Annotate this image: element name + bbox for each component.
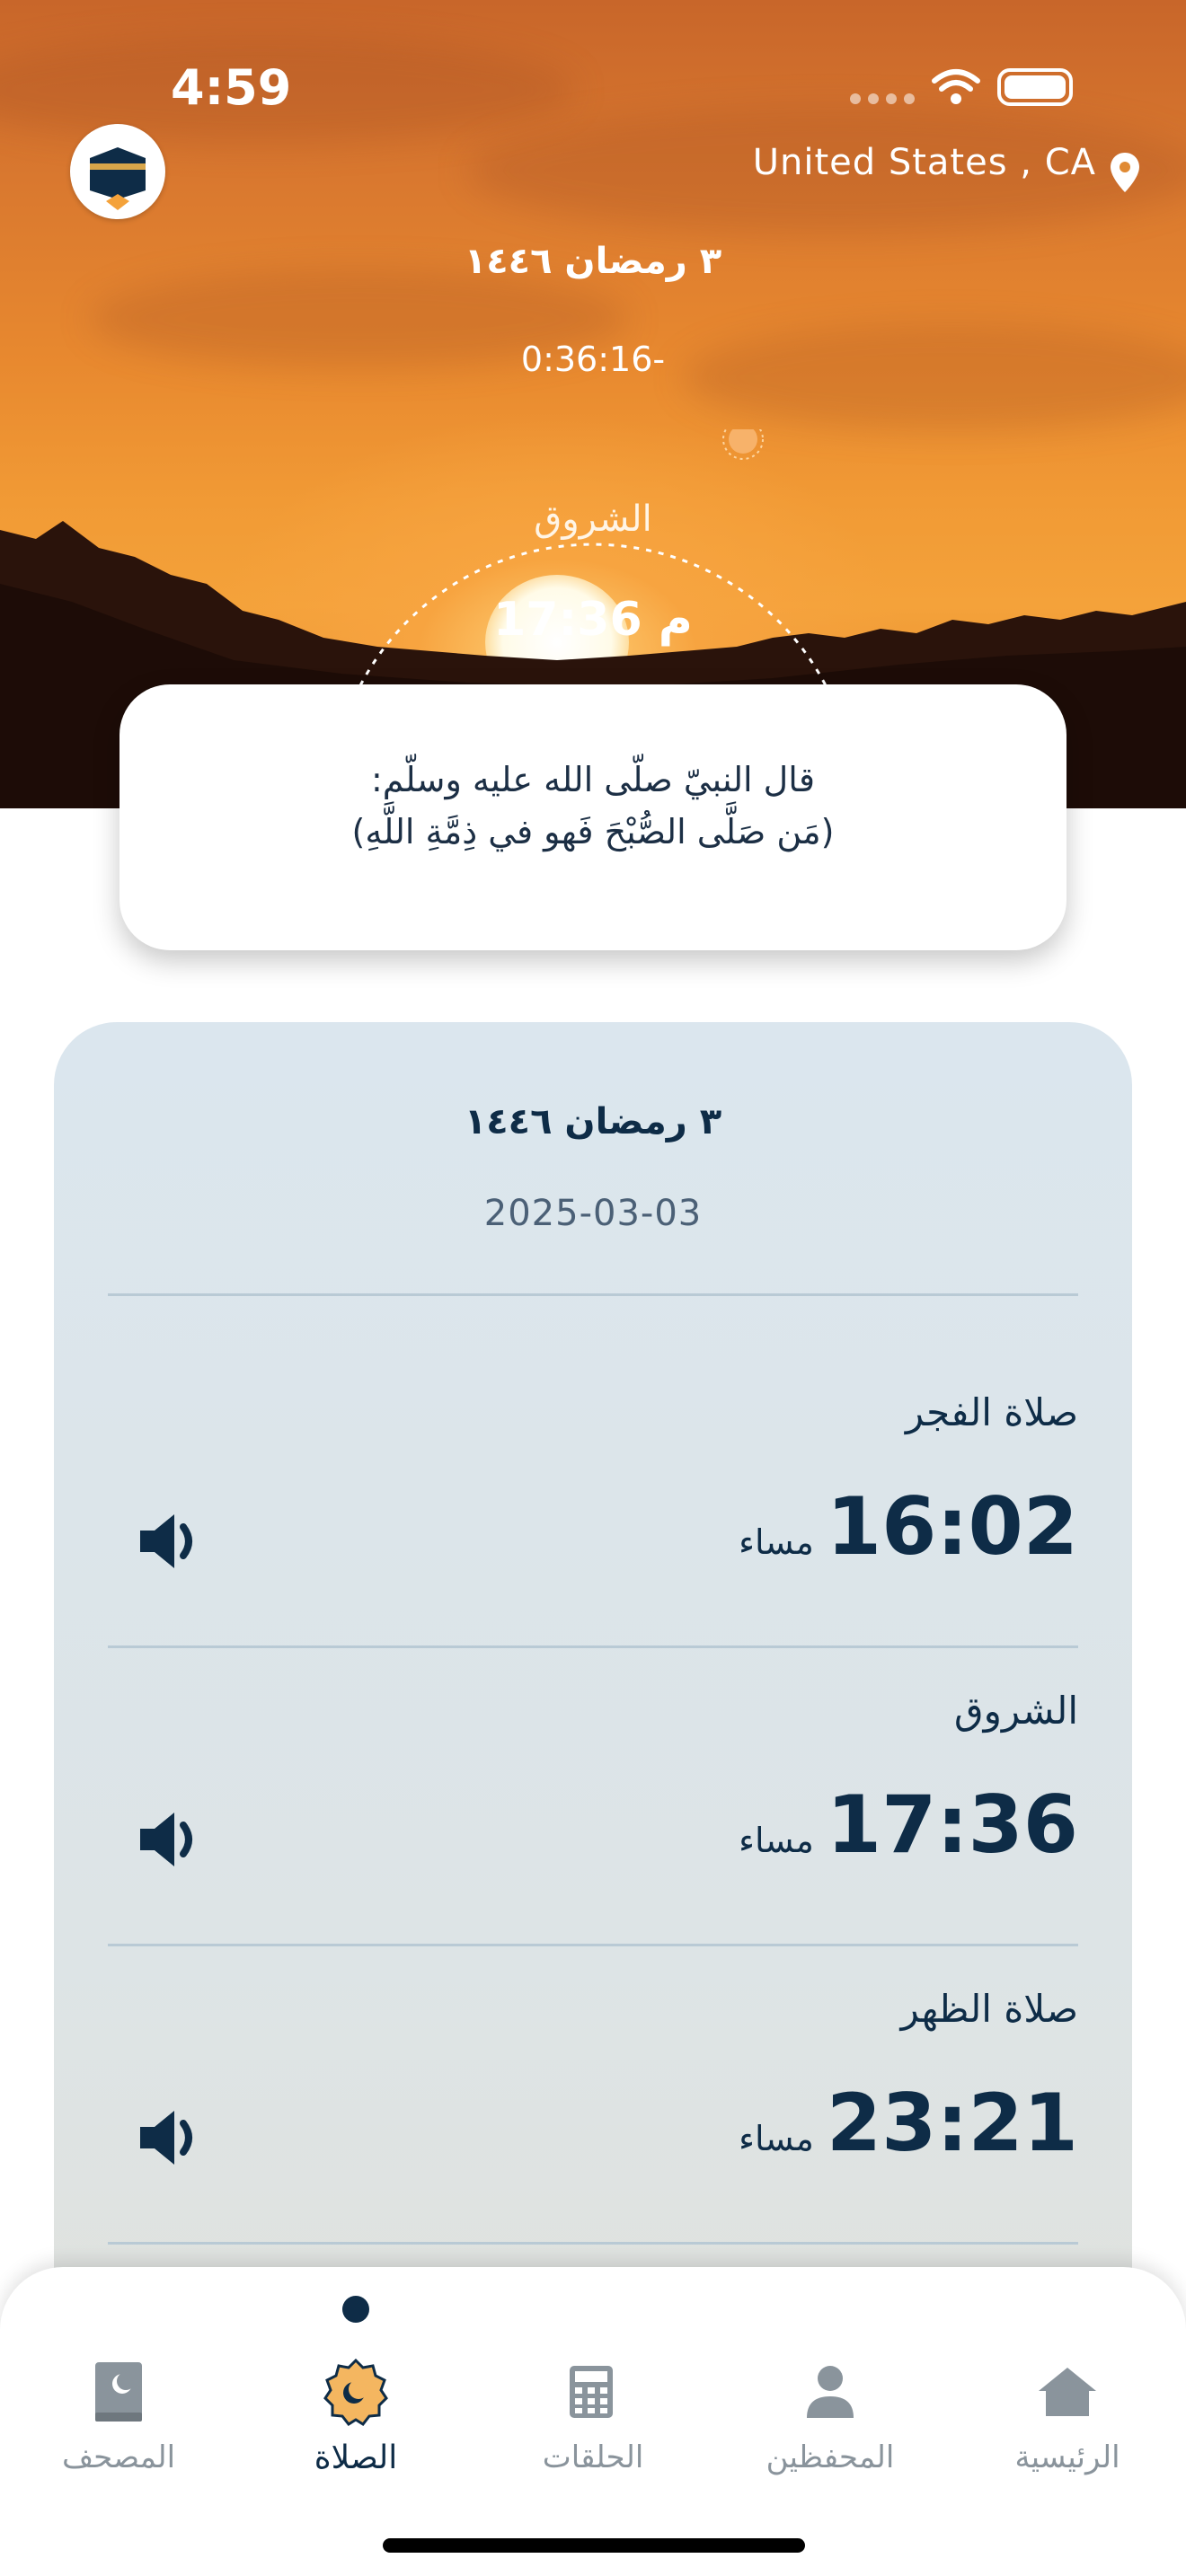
tab-label: المصحف: [61, 2439, 176, 2475]
hadith-line-2: (مَن صَلَّى الصُّبْحَ فَهو في ذِمَّةِ ال…: [351, 812, 835, 851]
speaker-icon[interactable]: [135, 1804, 207, 1875]
hadith-card: قال النبيّ صلّى الله عليه وسلّم: (مَن صَ…: [119, 684, 1067, 950]
prayer-time-dhuhr: 23:21 مساء: [739, 2077, 1078, 2169]
prayer-time-value: 23:21: [826, 2077, 1078, 2169]
hadith-line-1: قال النبيّ صلّى الله عليه وسلّم:: [370, 760, 816, 799]
status-icons: [850, 68, 1073, 106]
bottom-tab-bar: المصحف الصلاة الحلقات المحفظين الرئيسية: [0, 2267, 1186, 2576]
prayer-period: مساء: [739, 1522, 814, 1562]
kaaba-icon: [90, 147, 146, 210]
card-hijri-date: ٣ رمضان ١٤٤٦: [464, 1101, 722, 1142]
countdown-timer: 0:36:16-: [520, 340, 666, 379]
active-tab-indicator: [342, 2296, 369, 2323]
location-label[interactable]: United States , CA: [753, 142, 1096, 183]
card-gregorian-date: 2025-03-03: [483, 1193, 703, 1234]
divider: [108, 1645, 1078, 1648]
next-prayer-time: 17:36 م: [493, 593, 693, 647]
prayer-name-fajr: صلاة الفجر: [905, 1390, 1078, 1434]
tab-halaqat[interactable]: الحلقات: [485, 2339, 701, 2492]
divider: [108, 1293, 1078, 1296]
prayer-time-value: 17:36: [826, 1778, 1078, 1871]
home-indicator: [383, 2538, 805, 2553]
person-icon: [807, 2366, 854, 2418]
prayer-name-dhuhr: صلاة الظهر: [900, 1987, 1078, 2031]
status-time: 4:59: [171, 59, 292, 116]
hero-hijri-date: ٣ رمضان ١٤٤٦: [464, 241, 722, 282]
next-prayer-name: الشروق: [534, 498, 652, 540]
prayer-period: مساء: [739, 1821, 814, 1860]
tab-muhaffizin[interactable]: المحفظين: [722, 2339, 938, 2492]
tab-label: الرئيسية: [1014, 2439, 1120, 2475]
prayer-time-value: 16:02: [826, 1480, 1078, 1573]
prayer-time-fajr: 16:02 مساء: [739, 1480, 1078, 1573]
prayer-name-sunrise: الشروق: [954, 1689, 1078, 1733]
tab-label: المحفظين: [766, 2439, 895, 2475]
prayer-time-sunrise: 17:36 مساء: [739, 1778, 1078, 1871]
tab-prayer[interactable]: الصلاة: [248, 2339, 464, 2492]
prayer-period: مساء: [739, 2119, 814, 2158]
location-pin-icon[interactable]: [1109, 151, 1141, 194]
tab-home[interactable]: الرئيسية: [960, 2339, 1175, 2492]
speaker-icon[interactable]: [135, 2102, 207, 2174]
calculator-icon: [570, 2366, 613, 2418]
quran-icon: [95, 2362, 142, 2422]
tab-label: الحلقات: [542, 2439, 644, 2475]
speaker-icon[interactable]: [135, 1505, 207, 1577]
divider: [108, 1944, 1078, 1946]
kaaba-button[interactable]: [70, 124, 165, 219]
prayer-icon: [323, 2358, 388, 2426]
divider: [108, 2242, 1078, 2245]
home-icon: [1039, 2368, 1096, 2416]
tab-label: الصلاة: [314, 2439, 398, 2476]
tab-mushaf[interactable]: المصحف: [11, 2339, 226, 2492]
